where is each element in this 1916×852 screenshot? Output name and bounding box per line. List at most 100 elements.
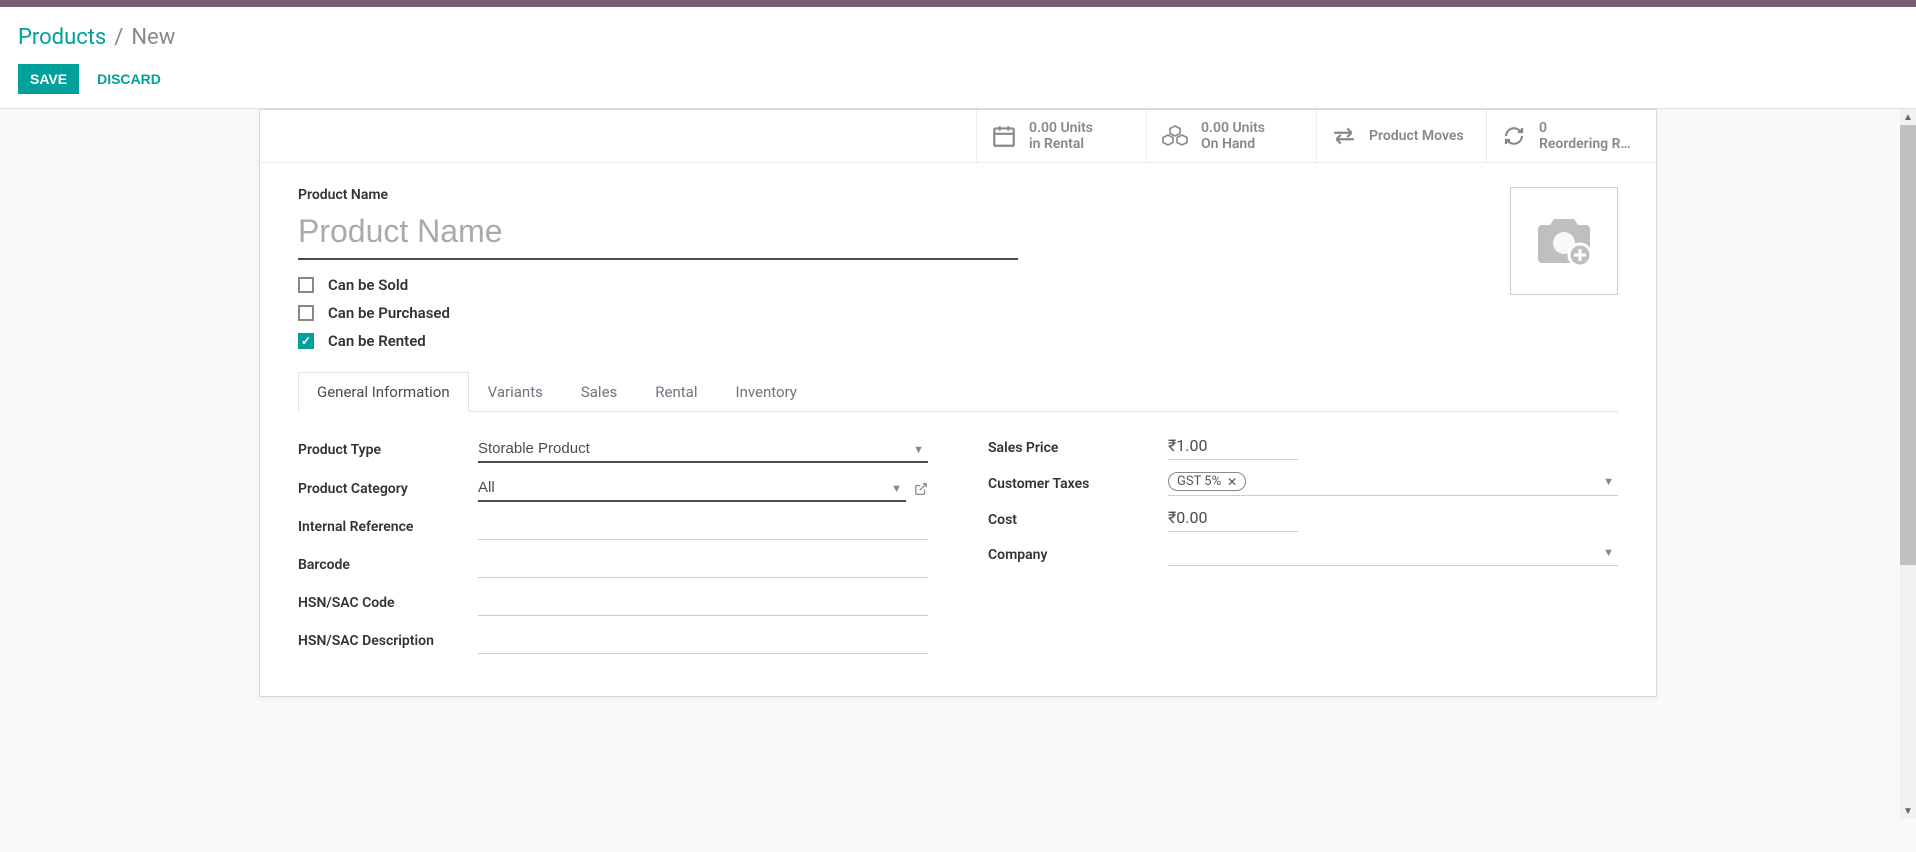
vertical-scrollbar[interactable]: ▲ ▼: [1900, 109, 1916, 819]
content-wrapper: 0.00 Units in Rental 0.00 Units On Hand: [0, 109, 1916, 819]
scroll-down-arrow-icon[interactable]: ▼: [1900, 803, 1916, 819]
stat-rental-label: in Rental: [1029, 136, 1093, 152]
stat-moves-label: Product Moves: [1369, 128, 1464, 144]
hsn-code-field[interactable]: [478, 590, 928, 616]
stat-reorder-text: 0 Reordering R…: [1539, 120, 1631, 152]
product-category-row: Product Category ▼: [298, 475, 928, 502]
can-be-purchased-checkbox[interactable]: [298, 305, 314, 321]
barcode-row: Barcode: [298, 552, 928, 578]
cost-label: Cost: [988, 512, 1168, 528]
hsn-desc-label: HSN/SAC Description: [298, 633, 478, 649]
tabs: General Information Variants Sales Renta…: [298, 372, 1618, 412]
can-be-rented-checkbox[interactable]: ✓: [298, 333, 314, 349]
company-label: Company: [988, 547, 1168, 563]
hsn-desc-input[interactable]: [478, 628, 928, 654]
product-category-label: Product Category: [298, 481, 478, 497]
customer-taxes-row: Customer Taxes GST 5% ✕ ▼: [988, 472, 1618, 496]
product-name-input[interactable]: [298, 209, 1018, 260]
tab-variants[interactable]: Variants: [469, 372, 562, 412]
hsn-code-input[interactable]: [478, 590, 928, 616]
tax-tag-remove-icon[interactable]: ✕: [1227, 475, 1237, 489]
stat-reorder-value: 0: [1539, 120, 1631, 136]
tab-sales[interactable]: Sales: [562, 372, 636, 412]
scrollbar-thumb[interactable]: [1900, 125, 1916, 565]
stat-rental-value: 0.00 Units: [1029, 120, 1093, 136]
product-category-field[interactable]: ▼: [478, 475, 906, 502]
product-category-input[interactable]: [478, 475, 906, 502]
refresh-icon: [1501, 124, 1527, 148]
top-bar: [0, 0, 1916, 7]
can-be-rented-label: Can be Rented: [328, 332, 426, 350]
cost-field[interactable]: ₹0.00: [1168, 508, 1298, 532]
internal-reference-input[interactable]: [478, 514, 928, 540]
company-field[interactable]: ▼: [1168, 544, 1618, 566]
barcode-field[interactable]: [478, 552, 928, 578]
customer-taxes-label: Customer Taxes: [988, 476, 1168, 492]
stat-reorder-button[interactable]: 0 Reordering R…: [1486, 110, 1656, 162]
stat-moves-button[interactable]: Product Moves: [1316, 110, 1486, 162]
breadcrumb-separator: /: [114, 25, 123, 50]
company-row: Company ▼: [988, 544, 1618, 566]
discard-button[interactable]: DISCARD: [97, 71, 161, 87]
product-type-field[interactable]: ▼: [478, 436, 928, 463]
stat-onhand-value: 0.00 Units: [1201, 120, 1265, 136]
content-area: 0.00 Units in Rental 0.00 Units On Hand: [0, 109, 1916, 697]
caret-down-icon: ▼: [1603, 475, 1614, 488]
product-type-row: Product Type ▼: [298, 436, 928, 463]
sales-price-row: Sales Price ₹1.00: [988, 436, 1618, 460]
can-be-sold-label: Can be Sold: [328, 276, 408, 294]
left-column: Product Type ▼ Product Category ▼: [298, 436, 928, 666]
tab-inventory[interactable]: Inventory: [716, 372, 815, 412]
stat-reorder-label: Reordering R…: [1539, 136, 1631, 152]
scroll-up-arrow-icon[interactable]: ▲: [1900, 109, 1916, 125]
action-row: SAVE DISCARD: [18, 64, 1898, 108]
breadcrumb: Products / New: [18, 25, 1898, 50]
tab-rental[interactable]: Rental: [636, 372, 716, 412]
sales-price-label: Sales Price: [988, 440, 1168, 456]
stat-rental-text: 0.00 Units in Rental: [1029, 120, 1093, 152]
product-name-label: Product Name: [298, 187, 1618, 203]
tab-content-general: Product Type ▼ Product Category ▼: [298, 412, 1618, 666]
cost-row: Cost ₹0.00: [988, 508, 1618, 532]
barcode-input[interactable]: [478, 552, 928, 578]
breadcrumb-products-link[interactable]: Products: [18, 25, 106, 50]
breadcrumb-current: New: [131, 25, 175, 50]
stat-moves-text: Product Moves: [1369, 128, 1464, 144]
calendar-icon: [991, 123, 1017, 149]
customer-taxes-field[interactable]: GST 5% ✕ ▼: [1168, 472, 1618, 496]
form-sheet: 0.00 Units in Rental 0.00 Units On Hand: [259, 109, 1657, 697]
header-section: Products / New SAVE DISCARD: [0, 7, 1916, 109]
sales-price-field[interactable]: ₹1.00: [1168, 436, 1298, 460]
form-body: Product Name Can be Sold Can be Purchase…: [260, 163, 1656, 696]
hsn-desc-row: HSN/SAC Description: [298, 628, 928, 654]
can-be-sold-row: Can be Sold: [298, 276, 1618, 294]
stat-onhand-button[interactable]: 0.00 Units On Hand: [1146, 110, 1316, 162]
sales-price-value: ₹1.00: [1168, 436, 1207, 455]
can-be-sold-checkbox[interactable]: [298, 277, 314, 293]
right-column: Sales Price ₹1.00 Customer Taxes GST 5% …: [988, 436, 1618, 666]
can-be-purchased-label: Can be Purchased: [328, 304, 450, 322]
can-be-rented-row: ✓ Can be Rented: [298, 332, 1618, 350]
product-type-input[interactable]: [478, 436, 928, 463]
tab-general-information[interactable]: General Information: [298, 372, 469, 412]
exchange-icon: [1331, 126, 1357, 146]
stat-button-bar: 0.00 Units in Rental 0.00 Units On Hand: [260, 110, 1656, 163]
save-button[interactable]: SAVE: [18, 64, 79, 94]
caret-down-icon: ▼: [1603, 546, 1614, 559]
cost-value: ₹0.00: [1168, 508, 1207, 527]
tax-tag-text: GST 5%: [1177, 474, 1221, 489]
cubes-icon: [1161, 123, 1189, 149]
product-type-label: Product Type: [298, 442, 478, 458]
internal-reference-label: Internal Reference: [298, 519, 478, 535]
can-be-purchased-row: Can be Purchased: [298, 304, 1618, 322]
hsn-desc-field[interactable]: [478, 628, 928, 654]
internal-reference-row: Internal Reference: [298, 514, 928, 540]
product-image-upload[interactable]: [1510, 187, 1618, 295]
stat-onhand-text: 0.00 Units On Hand: [1201, 120, 1265, 152]
internal-reference-field[interactable]: [478, 514, 928, 540]
hsn-code-label: HSN/SAC Code: [298, 595, 478, 611]
stat-rental-button[interactable]: 0.00 Units in Rental: [976, 110, 1146, 162]
external-link-icon[interactable]: [914, 482, 928, 496]
stat-onhand-label: On Hand: [1201, 136, 1265, 152]
hsn-code-row: HSN/SAC Code: [298, 590, 928, 616]
